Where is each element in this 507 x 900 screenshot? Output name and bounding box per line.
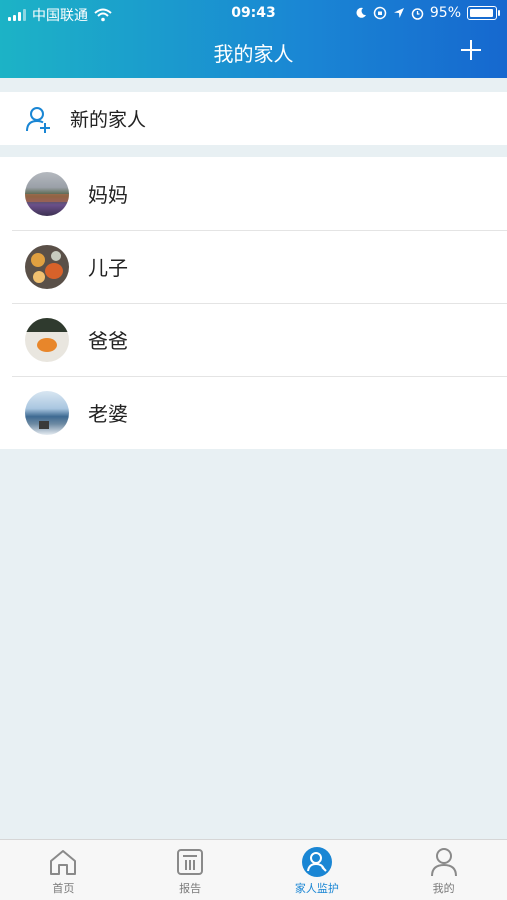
family-name: 老婆	[88, 402, 128, 426]
family-name: 儿子	[88, 256, 128, 280]
tab-home[interactable]: 首页	[0, 840, 127, 900]
top-header: 中国联通 09:43 95% 我的家人	[0, 0, 507, 78]
home-icon	[50, 850, 77, 875]
rotation-lock-icon	[373, 6, 387, 20]
family-item-mom[interactable]: 妈妈	[0, 157, 507, 230]
family-list: 妈妈 儿子 爸爸 老婆	[0, 157, 507, 449]
tab-label: 首页	[52, 882, 75, 895]
tab-label: 家人监护	[294, 882, 339, 895]
page-title: 我的家人	[213, 42, 294, 66]
avatar	[25, 171, 69, 216]
alarm-icon	[411, 7, 424, 20]
report-icon	[177, 849, 204, 875]
status-bar: 中国联通 09:43 95%	[0, 0, 507, 28]
tab-family-monitor[interactable]: 家人监护	[254, 840, 381, 900]
family-monitor-icon	[301, 847, 332, 877]
battery-icon	[467, 6, 500, 20]
tab-bar: 首页 报告 家人监护 我的	[0, 839, 507, 900]
battery-percent: 95%	[429, 5, 461, 21]
family-name: 妈妈	[88, 183, 128, 207]
moon-icon	[356, 7, 366, 18]
family-name: 爸爸	[88, 329, 128, 353]
add-button[interactable]	[457, 36, 485, 64]
tab-report[interactable]: 报告	[127, 840, 254, 900]
add-user-icon	[26, 106, 50, 133]
tab-label: 报告	[179, 882, 202, 895]
avatar	[25, 317, 69, 362]
location-icon	[393, 8, 404, 18]
avatar	[25, 244, 69, 289]
tab-label: 我的	[432, 882, 455, 895]
tab-profile[interactable]: 我的	[380, 840, 507, 900]
new-family-label: 新的家人	[70, 109, 147, 131]
profile-icon	[430, 848, 457, 877]
family-item-son[interactable]: 儿子	[0, 230, 507, 303]
family-item-wife[interactable]: 老婆	[0, 376, 507, 449]
family-item-dad[interactable]: 爸爸	[0, 303, 507, 376]
avatar	[25, 390, 69, 435]
new-family-row[interactable]: 新的家人	[0, 92, 507, 145]
